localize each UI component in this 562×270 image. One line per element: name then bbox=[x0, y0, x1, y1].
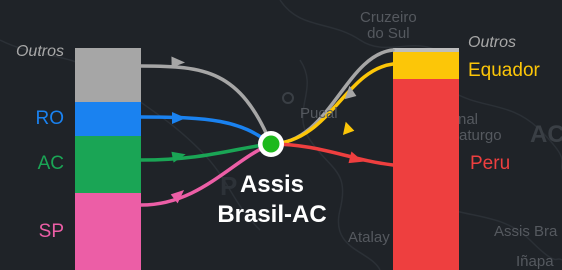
map-label-ac: AC bbox=[530, 121, 562, 148]
flow-diagram: P Cruzeiro do Sul Pucal nal aturgo AC At… bbox=[0, 0, 562, 270]
hub-label: Assis Brasil-AC bbox=[182, 170, 362, 230]
hub-label-line2: Brasil-AC bbox=[217, 201, 327, 228]
map-label-nal: nal bbox=[458, 111, 479, 128]
destination-segment-outros bbox=[393, 48, 459, 52]
hub-label-line1: Assis bbox=[239, 171, 305, 198]
origin-label-ac: AC bbox=[37, 153, 64, 174]
map-label-cruzeiro-do-sul: Cruzeiro do Sul bbox=[360, 9, 417, 42]
destination-label-peru: Peru bbox=[470, 153, 511, 174]
origin-segment-ro bbox=[75, 102, 141, 136]
origin-label-outros: Outros bbox=[15, 43, 64, 60]
origin-segment-outros bbox=[75, 48, 141, 102]
origin-label-sp: SP bbox=[38, 221, 64, 242]
origin-bar bbox=[75, 48, 141, 270]
destination-segment-peru bbox=[393, 79, 459, 270]
destination-label-equador: Equador bbox=[468, 60, 540, 81]
origin-segment-sp bbox=[75, 193, 141, 270]
destination-segment-equador bbox=[393, 52, 459, 79]
map-label-atalay: Atalay bbox=[348, 229, 390, 246]
map-label-inapa: Iñapa bbox=[516, 253, 554, 270]
destination-bar bbox=[393, 48, 459, 270]
origin-label-ro: RO bbox=[35, 108, 65, 129]
map-label-aturgo: aturgo bbox=[459, 127, 502, 144]
map-label-assis-bra: Assis Bra bbox=[494, 223, 558, 240]
map-label-pucal: Pucal bbox=[300, 105, 338, 122]
origin-segment-ac bbox=[75, 136, 141, 193]
destination-label-outros: Outros bbox=[468, 34, 517, 51]
